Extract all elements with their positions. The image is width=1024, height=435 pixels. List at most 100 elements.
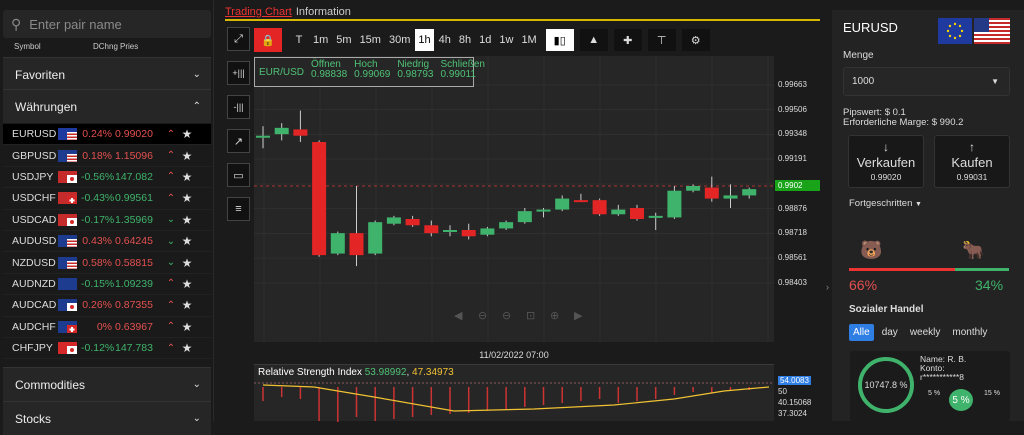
timeframe-1h[interactable]: 1h bbox=[415, 29, 434, 51]
buy-label: Kaufen bbox=[951, 155, 993, 170]
rsi-tick-label: 50 bbox=[778, 387, 787, 396]
timeframe-1w[interactable]: 1w bbox=[496, 29, 517, 51]
pair-search[interactable]: ⚲ bbox=[3, 10, 211, 38]
buy-button[interactable]: ↑ Kaufen 0.99031 bbox=[934, 135, 1010, 188]
crosshair-icon[interactable]: ✚ bbox=[613, 29, 642, 51]
pair-row-audchf[interactable]: AUDCHF 0% 0.63967 ⌃ ★ bbox=[3, 317, 211, 338]
favorite-star-icon[interactable]: ★ bbox=[179, 127, 195, 141]
favorite-star-icon[interactable]: ★ bbox=[179, 320, 195, 334]
price-axis[interactable]: 0.996630.995060.993480.991910.990330.988… bbox=[775, 56, 820, 346]
pair-row-eurusd[interactable]: EURUSD 0.24% 0.99020 ⌃ ★ bbox=[3, 124, 211, 146]
candle-body bbox=[573, 200, 588, 203]
trendline-icon[interactable]: ↗ bbox=[227, 129, 250, 153]
amount-select[interactable]: 1000 ▼ bbox=[843, 67, 1010, 96]
tab-divider bbox=[225, 19, 820, 21]
pair-row-usdchf[interactable]: USDCHF -0.43% 0.99561 ⌃ ★ bbox=[3, 188, 211, 210]
tab-weekly[interactable]: weekly bbox=[906, 324, 945, 341]
price-tick-label: 0.99506 bbox=[778, 104, 807, 114]
favorite-star-icon[interactable]: ★ bbox=[179, 234, 195, 248]
risk-slider-knob[interactable]: 5 % bbox=[949, 389, 973, 411]
favorite-star-icon[interactable]: ★ bbox=[179, 256, 195, 270]
eu-us-flag-icon bbox=[58, 128, 77, 141]
tab-monthly[interactable]: monthly bbox=[948, 324, 991, 341]
pair-change: -0.17% bbox=[81, 213, 115, 226]
candlestick-chart-icon[interactable]: ▮▯ bbox=[545, 29, 574, 51]
section-currencies-label: Währungen bbox=[15, 99, 78, 114]
section-favorites[interactable]: Favoriten ⌄ bbox=[3, 57, 211, 91]
timeframe-t[interactable]: T bbox=[290, 29, 308, 51]
trend-down-icon: ⌄ bbox=[166, 235, 176, 247]
advanced-toggle[interactable]: Fortgeschritten ▼ bbox=[849, 198, 922, 209]
pair-symbol: AUDCAD bbox=[12, 299, 57, 312]
trend-up-icon: ⌃ bbox=[166, 150, 176, 162]
pair-search-input[interactable] bbox=[29, 16, 190, 32]
zoom-control-icon: ▶ bbox=[574, 309, 583, 322]
trend-up-icon: ⌃ bbox=[166, 342, 176, 354]
candle-body bbox=[611, 209, 626, 215]
sell-label: Verkaufen bbox=[856, 155, 916, 170]
pair-price: 1.09239 bbox=[115, 277, 153, 290]
candle-body bbox=[293, 129, 308, 136]
timeframe-30m[interactable]: 30m bbox=[385, 29, 414, 51]
lock-icon[interactable]: 🔒 bbox=[254, 28, 282, 52]
pair-row-gbpusd[interactable]: GBPUSD 0.18% 1.15096 ⌃ ★ bbox=[3, 145, 211, 167]
timeframe-15m[interactable]: 15m bbox=[356, 29, 384, 51]
zoom-control-icon: ⊖ bbox=[478, 309, 487, 322]
tab-all[interactable]: Alle bbox=[849, 324, 874, 341]
favorite-star-icon[interactable]: ★ bbox=[179, 341, 195, 355]
pair-row-usdjpy[interactable]: USDJPY -0.56% 147.082 ⌃ ★ bbox=[3, 167, 211, 189]
zoom-control-icon: ⊡ bbox=[526, 309, 535, 322]
tab-day[interactable]: day bbox=[878, 324, 902, 341]
candle-body bbox=[386, 217, 401, 224]
timeframe-1d[interactable]: 1d bbox=[476, 29, 495, 51]
timeframe-8h[interactable]: 8h bbox=[455, 29, 475, 51]
candlestick-plot[interactable]: ◀ ⊖ ⊖ ⊡ ⊕ ▶ bbox=[254, 56, 774, 342]
settings-gear-icon[interactable]: ⚙ bbox=[681, 29, 710, 51]
sell-price: 0.99020 bbox=[870, 172, 902, 182]
trend-up-icon: ⌃ bbox=[166, 128, 176, 140]
favorite-star-icon[interactable]: ★ bbox=[179, 277, 195, 291]
remove-indicator-icon[interactable]: -||| bbox=[227, 95, 250, 119]
pair-price: 0.99561 bbox=[115, 192, 153, 205]
favorite-star-icon[interactable]: ★ bbox=[179, 170, 195, 184]
favorite-star-icon[interactable]: ★ bbox=[179, 149, 195, 163]
add-indicator-icon[interactable]: +||| bbox=[227, 61, 250, 85]
favorite-star-icon[interactable]: ★ bbox=[179, 191, 195, 205]
timeframe-1m[interactable]: 1m bbox=[310, 29, 332, 51]
trader-info: Name: R. B. Konto: r***********8 bbox=[920, 355, 966, 382]
timeframe-4h[interactable]: 4h bbox=[435, 29, 454, 51]
zoom-control-icon: ⊖ bbox=[502, 309, 511, 322]
ohlc-open-value: 0.98838 bbox=[311, 69, 348, 80]
us-ca-flag-icon bbox=[58, 213, 77, 226]
pair-row-audusd[interactable]: AUDUSD 0.43% 0.64245 ⌄ ★ bbox=[3, 231, 211, 253]
rectangle-icon[interactable]: ▭ bbox=[227, 163, 250, 187]
pair-row-chfjpy[interactable]: CHFJPY -0.12% 147.783 ⌃ ★ bbox=[3, 338, 211, 360]
candle-body bbox=[349, 233, 364, 256]
trend-up-icon: ⌃ bbox=[166, 321, 176, 333]
fullscreen-icon[interactable]: ⤢ bbox=[227, 27, 250, 51]
favorite-star-icon[interactable]: ★ bbox=[179, 213, 195, 227]
timeframe-5m[interactable]: 5m bbox=[333, 29, 355, 51]
price-chart[interactable]: ◀ ⊖ ⊖ ⊡ ⊕ ▶ bbox=[254, 56, 774, 342]
section-currencies[interactable]: Währungen ⌃ bbox=[3, 89, 211, 123]
trade-pair-title: EURUSD bbox=[843, 20, 898, 35]
tab-trading-chart[interactable]: Trading Chart bbox=[225, 6, 292, 18]
tab-information[interactable]: Information bbox=[296, 6, 351, 18]
sell-button[interactable]: ↓ Verkaufen 0.99020 bbox=[848, 135, 924, 188]
collapse-arrow-icon[interactable]: › bbox=[826, 282, 829, 292]
timeframe-1m[interactable]: 1M bbox=[518, 29, 540, 51]
pair-row-audnzd[interactable]: AUDNZD -0.15% 1.09239 ⌃ ★ bbox=[3, 274, 211, 296]
favorite-star-icon[interactable]: ★ bbox=[179, 298, 195, 312]
au-ca-flag-icon bbox=[58, 299, 77, 312]
area-chart-icon[interactable]: ▲ bbox=[579, 29, 608, 51]
fibonacci-icon[interactable]: ≡ bbox=[227, 197, 250, 221]
nz-us-flag-icon bbox=[58, 256, 77, 269]
pair-row-nzdusd[interactable]: NZDUSD 0.58% 0.58815 ⌄ ★ bbox=[3, 252, 211, 274]
section-stocks[interactable]: Stocks ⌄ bbox=[3, 401, 211, 435]
section-commodities[interactable]: Commodities ⌄ bbox=[3, 367, 211, 401]
pair-row-audcad[interactable]: AUDCAD 0.26% 0.87355 ⌃ ★ bbox=[3, 295, 211, 317]
pair-row-usdcad[interactable]: USDCAD -0.17% 1.35969 ⌄ ★ bbox=[3, 210, 211, 231]
pair-change: -0.15% bbox=[81, 277, 115, 290]
candle-body bbox=[592, 200, 607, 215]
line-tool-icon[interactable]: ⊤ bbox=[647, 29, 676, 51]
